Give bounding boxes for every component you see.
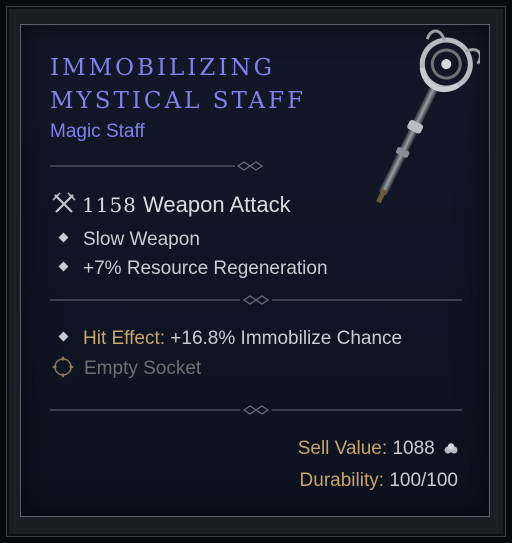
item-title-line-1: IMMOBILIZING bbox=[50, 55, 275, 81]
divider-top bbox=[50, 161, 264, 171]
weapon-attack-line: 1158 Weapon Attack bbox=[52, 192, 291, 218]
weapon-attack-label: Weapon Attack bbox=[143, 192, 291, 217]
weapon-attack-value: 1158 bbox=[82, 193, 137, 217]
property-label: Slow Weapon bbox=[83, 229, 200, 250]
durability-label: Durability: bbox=[299, 470, 385, 491]
empty-socket-icon bbox=[52, 356, 74, 378]
hit-effect-label: Hit Effect: bbox=[83, 328, 166, 349]
property-slow-weapon: Slow Weapon bbox=[54, 229, 200, 251]
gold-coin-icon bbox=[444, 443, 458, 454]
item-title: IMMOBILIZING MYSTICAL STAFF bbox=[50, 52, 380, 118]
divider-middle bbox=[50, 295, 462, 305]
item-title-line-2: MYSTICAL STAFF bbox=[50, 88, 307, 114]
diamond-bullet-icon bbox=[58, 233, 69, 243]
sell-value-amount: 1088 bbox=[392, 438, 435, 459]
crossed-swords-icon bbox=[52, 192, 76, 213]
property-label: +7% Resource Regeneration bbox=[83, 258, 328, 279]
divider-bottom bbox=[50, 405, 462, 415]
item-type: Magic Staff bbox=[50, 121, 145, 142]
hit-effect-line: Hit Effect: +16.8% Immobilize Chance bbox=[54, 328, 402, 350]
diamond-bullet-icon bbox=[58, 262, 69, 272]
diamond-bullet-icon bbox=[58, 332, 69, 342]
property-resource-regeneration: +7% Resource Regeneration bbox=[54, 258, 328, 280]
staff-icon bbox=[376, 29, 480, 204]
sell-value-line: Sell Value: 1088 bbox=[298, 438, 458, 460]
socket-line: Empty Socket bbox=[52, 356, 202, 380]
durability-value: 100/100 bbox=[389, 470, 458, 491]
sell-value-label: Sell Value: bbox=[297, 438, 388, 459]
socket-label: Empty Socket bbox=[84, 358, 202, 380]
hit-effect-value: +16.8% Immobilize Chance bbox=[170, 328, 403, 349]
durability-line: Durability: 100/100 bbox=[300, 470, 458, 492]
